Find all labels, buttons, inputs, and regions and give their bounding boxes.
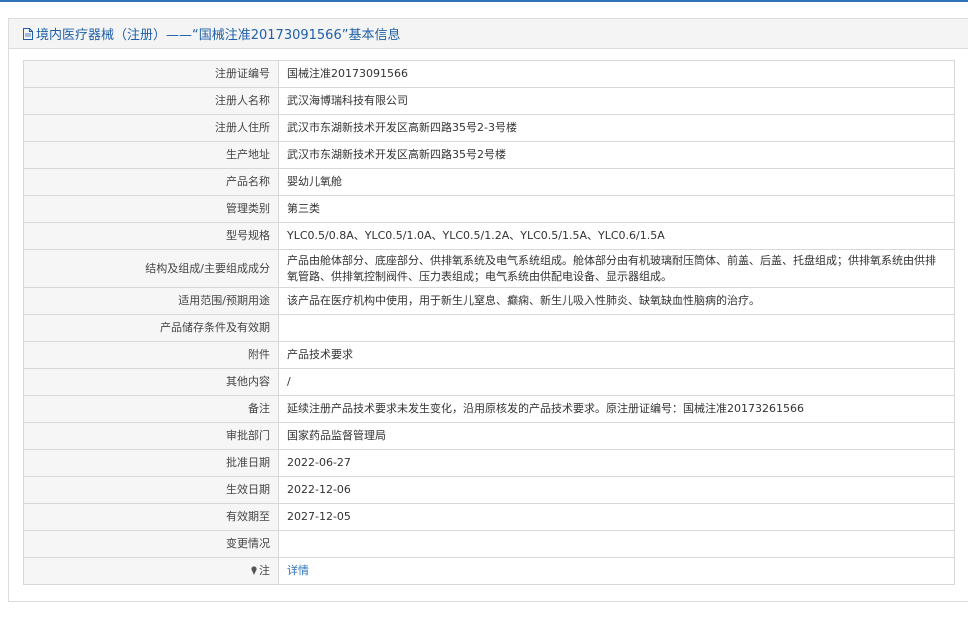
row-value: 2027-12-05 — [278, 503, 955, 531]
row-value: 2022-06-27 — [278, 449, 955, 477]
row-label: 审批部门 — [23, 422, 279, 450]
row-value: 产品技术要求 — [278, 341, 955, 369]
detail-table-wrapper: 注册证编号 国械注准20173091566 注册人名称 武汉海博瑞科技有限公司 注册… — [23, 60, 955, 585]
row-value: 该产品在医疗机构中使用，用于新生儿窒息、癫痫、新生儿吸入性肺炎、缺氧缺血性脑病的… — [278, 287, 955, 315]
note-label-cell: 注 — [23, 557, 279, 585]
row-label: 生效日期 — [23, 476, 279, 504]
row-label: 批准日期 — [23, 449, 279, 477]
table-row: 生效日期 2022-12-06 — [23, 476, 955, 504]
row-value: 第三类 — [278, 195, 955, 223]
row-value: 产品由舱体部分、底座部分、供排氧系统及电气系统组成。舱体部分由有机玻璃耐压筒体、… — [278, 249, 955, 288]
table-row: 结构及组成/主要组成成分 产品由舱体部分、底座部分、供排氧系统及电气系统组成。舱体… — [23, 249, 955, 288]
row-value: 延续注册产品技术要求未发生变化，沿用原核发的产品技术要求。原注册证编号：国械注准… — [278, 395, 955, 423]
row-value: 国家药品监督管理局 — [278, 422, 955, 450]
table-row: 审批部门 国家药品监督管理局 — [23, 422, 955, 450]
row-value: 婴幼儿氧舱 — [278, 168, 955, 196]
row-value: YLC0.5/0.8A、YLC0.5/1.0A、YLC0.5/1.2A、YLC0… — [278, 222, 955, 250]
table-row: 管理类别 第三类 — [23, 195, 955, 223]
table-row: 变更情况 — [23, 530, 955, 558]
row-value: 武汉市东湖新技术开发区高新四路35号2-3号楼 — [278, 114, 955, 142]
row-value: / — [278, 368, 955, 396]
row-label: 适用范围/预期用途 — [23, 287, 279, 315]
table-row: 产品储存条件及有效期 — [23, 314, 955, 342]
page-title: 境内医疗器械（注册）——“国械注准20173091566”基本信息 — [36, 28, 401, 43]
row-value: 2022-12-06 — [278, 476, 955, 504]
note-label: 注 — [259, 564, 270, 577]
row-label: 管理类别 — [23, 195, 279, 223]
row-label: 生产地址 — [23, 141, 279, 169]
panel-header: 境内医疗器械（注册）——“国械注准20173091566”基本信息 — [9, 19, 968, 49]
table-row: 有效期至 2027-12-05 — [23, 503, 955, 531]
table-row: 注册证编号 国械注准20173091566 — [23, 60, 955, 88]
table-row: 注册人名称 武汉海博瑞科技有限公司 — [23, 87, 955, 115]
table-row: 其他内容 / — [23, 368, 955, 396]
note-row: 注 详情 — [23, 557, 955, 585]
table-row: 生产地址 武汉市东湖新技术开发区高新四路35号2号楼 — [23, 141, 955, 169]
row-label: 变更情况 — [23, 530, 279, 558]
table-row: 批准日期 2022-06-27 — [23, 449, 955, 477]
top-accent-rule — [0, 0, 968, 2]
table-row: 产品名称 婴幼儿氧舱 — [23, 168, 955, 196]
info-panel: 境内医疗器械（注册）——“国械注准20173091566”基本信息 注册证编号国… — [8, 18, 968, 602]
map-pin-icon — [251, 566, 257, 575]
row-value — [278, 530, 955, 558]
row-label: 结构及组成/主要组成成分 — [23, 249, 279, 288]
row-value — [278, 314, 955, 342]
row-label: 注册人名称 — [23, 87, 279, 115]
row-label: 产品名称 — [23, 168, 279, 196]
note-value-cell: 详情 — [278, 557, 955, 585]
table-row: 注册人住所 武汉市东湖新技术开发区高新四路35号2-3号楼 — [23, 114, 955, 142]
row-value: 武汉市东湖新技术开发区高新四路35号2号楼 — [278, 141, 955, 169]
table-row: 附件 产品技术要求 — [23, 341, 955, 369]
detail-table: 注册证编号 国械注准20173091566 注册人名称 武汉海博瑞科技有限公司 注册… — [23, 60, 955, 585]
row-label: 注册人住所 — [23, 114, 279, 142]
row-label: 产品储存条件及有效期 — [23, 314, 279, 342]
table-row: 备注 延续注册产品技术要求未发生变化，沿用原核发的产品技术要求。原注册证编号：国械… — [23, 395, 955, 423]
row-label: 注册证编号 — [23, 60, 279, 88]
row-label: 附件 — [23, 341, 279, 369]
document-icon — [23, 27, 33, 40]
row-label: 型号规格 — [23, 222, 279, 250]
row-value: 国械注准20173091566 — [278, 60, 955, 88]
row-label: 备注 — [23, 395, 279, 423]
details-link[interactable]: 详情 — [287, 564, 309, 577]
table-row: 适用范围/预期用途 该产品在医疗机构中使用，用于新生儿窒息、癫痫、新生儿吸入性肺炎… — [23, 287, 955, 315]
table-row: 型号规格 YLC0.5/0.8A、YLC0.5/1.0A、YLC0.5/1.2A、… — [23, 222, 955, 250]
row-label: 有效期至 — [23, 503, 279, 531]
row-label: 其他内容 — [23, 368, 279, 396]
row-value: 武汉海博瑞科技有限公司 — [278, 87, 955, 115]
